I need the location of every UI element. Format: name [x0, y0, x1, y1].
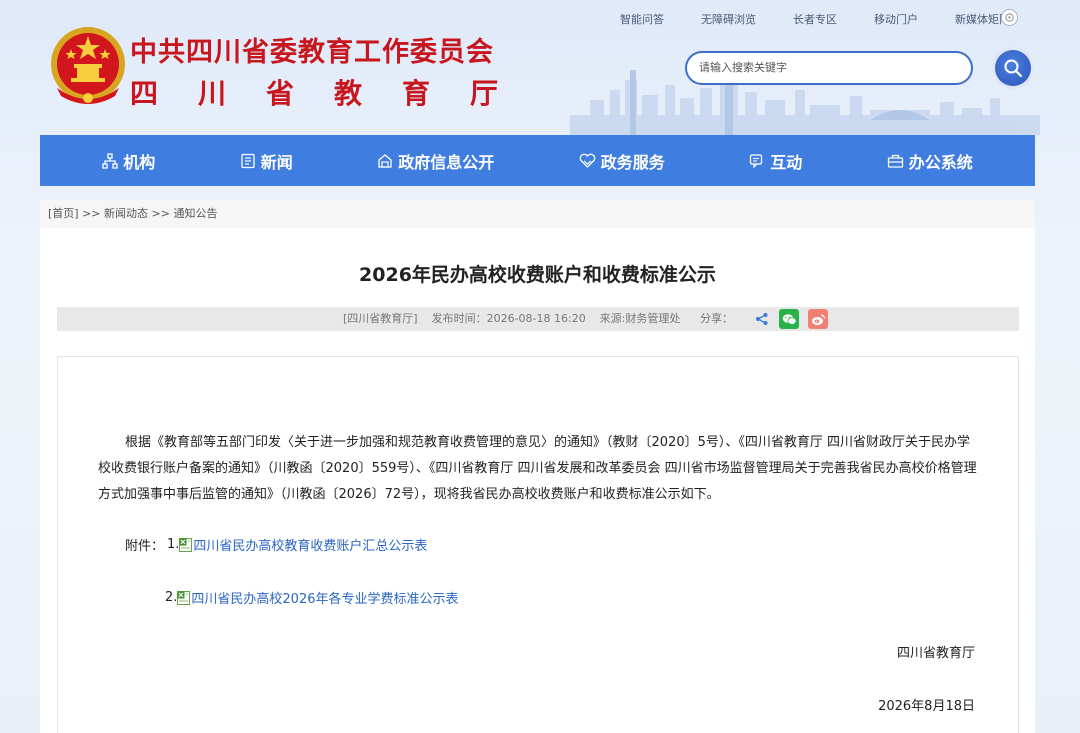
- attachment-row-2: 2. 四川省民办高校2026年各专业学费标准公示表: [165, 588, 459, 607]
- search-box: [685, 51, 973, 85]
- chat-icon: [750, 153, 763, 168]
- search-input[interactable]: [699, 53, 959, 83]
- breadcrumb-separator: >>: [78, 207, 105, 220]
- breadcrumb-home[interactable]: [首页]: [48, 207, 79, 220]
- attachment-link-1[interactable]: 四川省民办高校教育收费账户汇总公示表: [193, 535, 427, 554]
- top-link-accessibility[interactable]: 无障碍浏览: [701, 11, 756, 27]
- share-icon: [756, 313, 768, 325]
- breadcrumb-notices[interactable]: 通知公告: [173, 207, 217, 220]
- search-icon: [1004, 59, 1023, 78]
- weibo-icon: [811, 313, 825, 325]
- nav-item-info-public[interactable]: 政府信息公开: [377, 149, 494, 173]
- site-header: 智能问答 无障碍浏览 长者专区 移动门户 新媒体矩阵 中共四川省委教育工作委员会…: [0, 0, 1080, 135]
- top-link-smart-qa[interactable]: 智能问答: [620, 11, 664, 27]
- share-label: 分享：: [700, 312, 733, 325]
- article-date: 2026年8月18日: [878, 699, 975, 714]
- nav-item-org[interactable]: 机构: [102, 149, 155, 173]
- attachment-label: 附件：: [125, 539, 165, 554]
- breadcrumb-news[interactable]: 新闻动态: [104, 207, 148, 220]
- service-icon: [579, 153, 596, 168]
- office-icon: [887, 154, 903, 168]
- excel-file-icon: [177, 590, 191, 605]
- article-meta: [四川省教育厅] 发布时间：2026-08-18 16:20 来源:财务管理处: [343, 312, 681, 325]
- nav-label: 办公系统: [908, 152, 973, 172]
- share-button[interactable]: [752, 309, 772, 329]
- new-media-icon[interactable]: [1001, 9, 1018, 26]
- attachment-row-1: 附件： 1. 四川省民办高校教育收费账户汇总公示表: [125, 535, 427, 554]
- article-panel: 2026年民办高校收费账户和收费标准公示 [四川省教育厅] 发布时间：2026-…: [40, 228, 1035, 733]
- weibo-share-button[interactable]: [808, 309, 828, 329]
- article-body: 根据《教育部等五部门印发〈关于进一步加强和规范教育收费管理的意见〉的通知》（教财…: [57, 356, 1019, 733]
- info-icon: [378, 153, 392, 168]
- attachment-number: 2.: [165, 590, 178, 605]
- wechat-icon: [782, 313, 797, 325]
- national-emblem-logo: [51, 27, 125, 104]
- nav-label: 机构: [123, 152, 156, 172]
- breadcrumb-separator: >>: [148, 207, 174, 220]
- top-links: 智能问答 无障碍浏览 长者专区 移动门户 新媒体矩阵: [620, 11, 1022, 27]
- org-icon: [102, 152, 118, 169]
- breadcrumb: [首页] >> 新闻动态 >> 通知公告: [40, 200, 1035, 228]
- nav-item-interact[interactable]: 互动: [749, 149, 802, 173]
- nav-item-office-system[interactable]: 办公系统: [887, 149, 973, 173]
- org-name: 中共四川省委教育工作委员会: [130, 37, 494, 68]
- article-signature: 四川省教育厅: [896, 646, 975, 661]
- top-link-mobile[interactable]: 移动门户: [874, 11, 918, 27]
- nav-label: 互动: [770, 152, 803, 172]
- main-nav: 机构 新闻 政府信息公开 政务服务 互动 办公系统: [40, 135, 1035, 186]
- attachment-link-2[interactable]: 四川省民办高校2026年各专业学费标准公示表: [191, 588, 458, 607]
- nav-label: 新闻: [260, 152, 293, 172]
- attachment-number: 1.: [167, 537, 180, 552]
- article-title: 2026年民办高校收费账户和收费标准公示: [359, 264, 716, 286]
- nav-item-gov-service[interactable]: 政务服务: [579, 149, 665, 173]
- news-icon: [241, 153, 255, 168]
- nav-label: 政务服务: [600, 152, 665, 172]
- wechat-share-button[interactable]: [779, 309, 799, 329]
- nav-label: 政府信息公开: [398, 152, 495, 172]
- article-paragraph: 根据《教育部等五部门印发〈关于进一步加强和规范教育收费管理的意见〉的通知》（教财…: [98, 435, 977, 502]
- article-meta-bar: [四川省教育厅] 发布时间：2026-08-18 16:20 来源:财务管理处 …: [57, 307, 1019, 331]
- dept-name: 四川省教育厅: [130, 77, 539, 110]
- nav-item-news[interactable]: 新闻: [240, 149, 293, 173]
- top-link-elderly[interactable]: 长者专区: [793, 11, 837, 27]
- excel-file-icon: [179, 537, 193, 552]
- search-button[interactable]: [995, 50, 1031, 86]
